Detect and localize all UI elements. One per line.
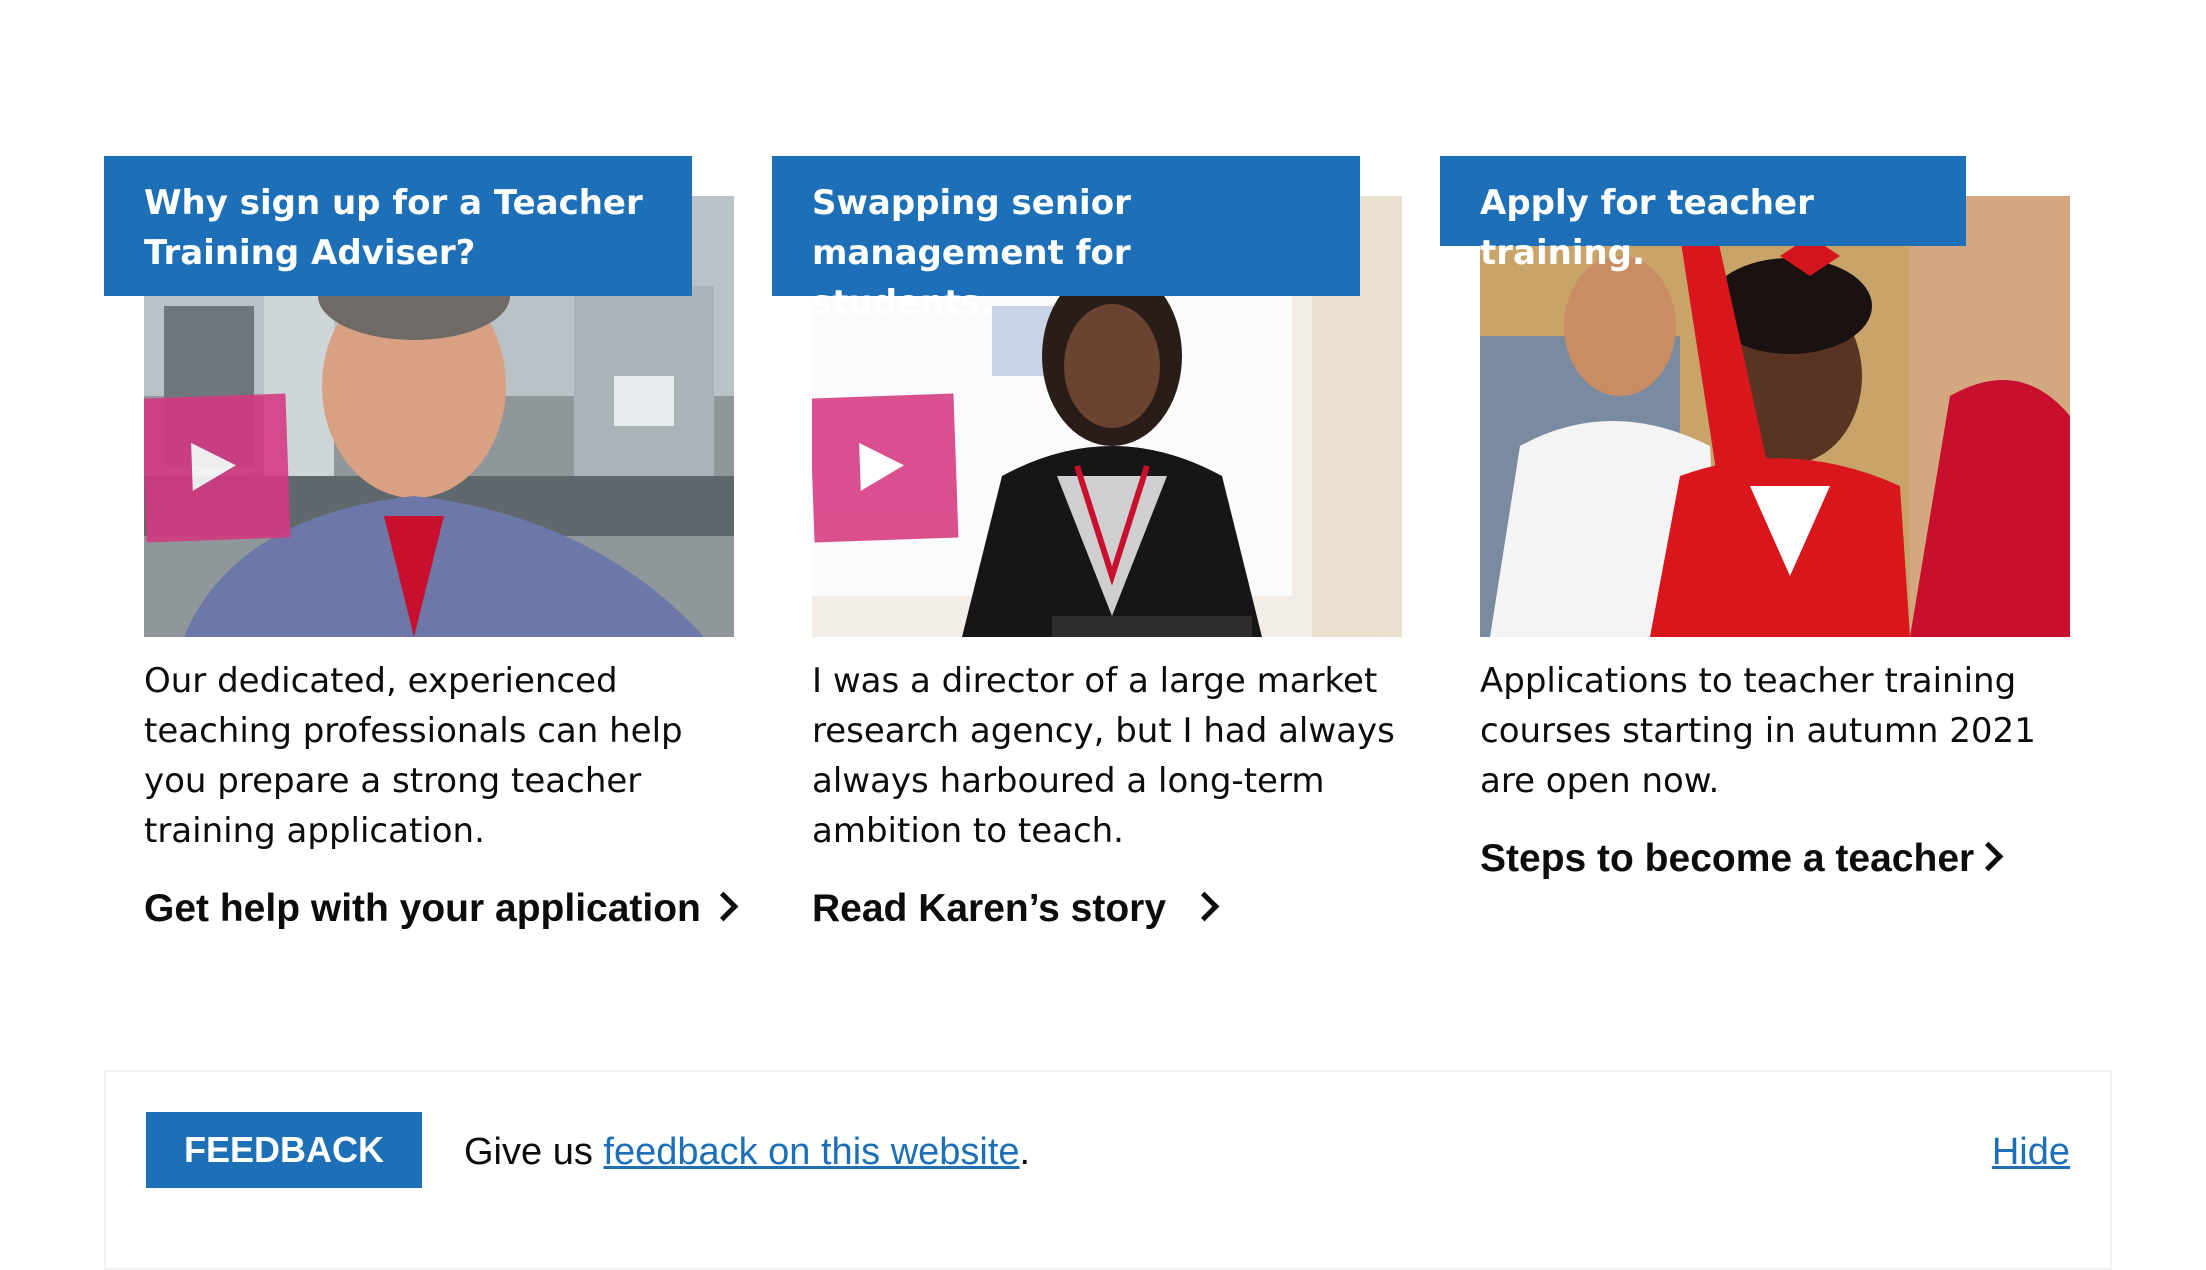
feedback-banner: FEEDBACK Give us feedback on this websit… bbox=[104, 1070, 2112, 1270]
link-label: Read Karen’s story bbox=[812, 887, 1167, 930]
card-body: Our dedicated, experienced teaching prof… bbox=[144, 661, 683, 851]
card-body: Applications to teacher training courses… bbox=[1480, 661, 2036, 801]
play-button[interactable] bbox=[812, 393, 959, 543]
feedback-tag: FEEDBACK bbox=[146, 1112, 422, 1188]
play-icon bbox=[859, 441, 905, 491]
read-karens-story-link[interactable]: Read Karen’s story bbox=[812, 884, 1220, 934]
link-label: Steps to become a teacher bbox=[1480, 837, 1975, 880]
feedback-link[interactable]: feedback on this website bbox=[603, 1131, 1019, 1173]
hide-feedback-link[interactable]: Hide bbox=[1992, 1122, 2070, 1182]
play-icon bbox=[191, 441, 237, 491]
chevron-right-icon bbox=[1973, 841, 2004, 872]
get-help-link[interactable]: Get help with your application bbox=[144, 884, 739, 934]
play-button[interactable] bbox=[144, 393, 291, 543]
card-heading: Apply for teacher training. bbox=[1440, 156, 1966, 273]
steps-to-become-teacher-link[interactable]: Steps to become a teacher bbox=[1480, 834, 2004, 884]
chevron-right-icon bbox=[1189, 891, 1220, 922]
feedback-prefix: Give us bbox=[464, 1131, 604, 1173]
chevron-right-icon bbox=[708, 891, 739, 922]
card-body: I was a director of a large market resea… bbox=[812, 661, 1395, 851]
feedback-suffix: . bbox=[1019, 1131, 1031, 1173]
link-label: Get help with your application bbox=[144, 887, 701, 930]
card-heading: Swapping senior management for students. bbox=[772, 156, 1360, 323]
feedback-message: Give us feedback on this website. bbox=[464, 1122, 1030, 1182]
card-heading: Why sign up for a Teacher Training Advis… bbox=[104, 156, 692, 296]
